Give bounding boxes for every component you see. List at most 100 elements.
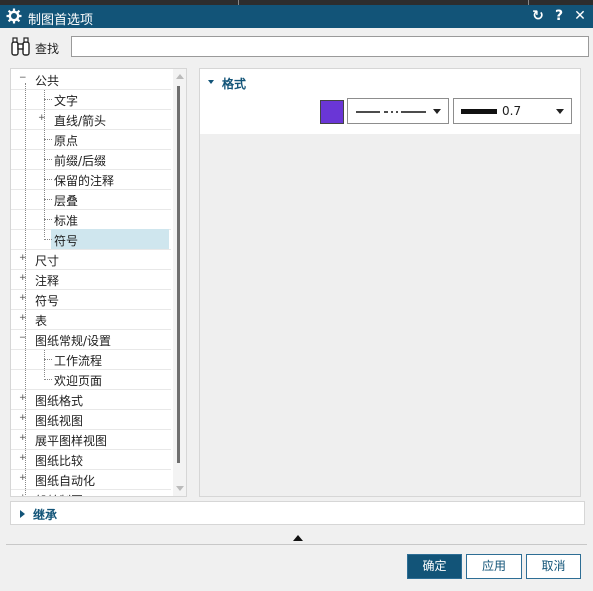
reset-icon[interactable]: ↻ (530, 8, 546, 24)
tree-item-label: 图纸视图 (35, 414, 84, 428)
tree-item[interactable]: 欢迎页面 (11, 369, 171, 390)
line-width-dropdown[interactable]: 0.7 (453, 98, 572, 124)
tree-item-label: 图纸比较 (35, 454, 84, 468)
preferences-dialog: 制图首选项 ↻ ? ✕ 查找 − 公共 文字 + 直线/箭头 原点 前缀/后缀 保留的注释 层叠… (0, 0, 593, 591)
tree-item-label: 图纸自动化 (35, 474, 96, 488)
line-font-dropdown[interactable] (347, 98, 449, 124)
tree-item-label: 表 (35, 314, 48, 328)
tree-item[interactable]: + 直线/箭头 (11, 109, 171, 130)
tree-item[interactable]: + 船舶制图 (11, 489, 171, 497)
tree-item-label: 层叠 (54, 194, 79, 208)
tree-item-label: 前缀/后缀 (54, 154, 107, 168)
expand-icon[interactable]: + (19, 254, 27, 263)
tree-item-label: 欢迎页面 (54, 374, 103, 388)
tree-item[interactable]: + 图纸比较 (11, 449, 171, 470)
tree-item[interactable]: 原点 (11, 129, 171, 150)
chevron-down-icon (556, 109, 564, 114)
title-bar[interactable]: 制图首选项 ↻ ? ✕ (0, 5, 593, 28)
section-expanded-icon[interactable] (208, 80, 214, 84)
tree-connector (44, 139, 52, 140)
tree-item-label: 符号 (35, 294, 60, 308)
expand-icon[interactable]: + (19, 274, 27, 283)
tree-connector (44, 99, 52, 100)
scroll-thumb[interactable] (177, 86, 180, 463)
close-icon[interactable]: ✕ (572, 8, 588, 24)
tree-connector (44, 219, 52, 220)
tree-scrollbar[interactable] (173, 69, 186, 496)
expand-icon[interactable]: + (19, 494, 27, 497)
tree-item-label: 直线/箭头 (54, 114, 107, 128)
tree-item-label: 展平图样视图 (35, 434, 108, 448)
tree-item[interactable]: + 符号 (11, 289, 171, 310)
tree-item[interactable]: + 展平图样视图 (11, 429, 171, 450)
expand-icon[interactable]: + (38, 114, 46, 123)
binoculars-icon (11, 37, 30, 56)
cancel-button[interactable]: 取消 (526, 554, 581, 579)
color-swatch[interactable] (320, 100, 344, 124)
find-label: 查找 (35, 42, 60, 56)
tree-item[interactable]: 前缀/后缀 (11, 149, 171, 170)
tree-item-label: 注释 (35, 274, 60, 288)
tree-item[interactable]: 符号 (11, 229, 171, 250)
tree-connector (44, 199, 52, 200)
tree-item-label: 工作流程 (54, 354, 103, 368)
tree-item[interactable]: 工作流程 (11, 349, 171, 370)
ok-button[interactable]: 确定 (407, 554, 462, 579)
settings-panel: 格式 0.7 (199, 68, 581, 497)
category-tree[interactable]: − 公共 文字 + 直线/箭头 原点 前缀/后缀 保留的注释 层叠 标准 符号 + 尺寸 + 注释 + 符号 + 表… (10, 68, 187, 497)
tree-item[interactable]: 保留的注释 (11, 169, 171, 190)
tree-item[interactable]: + 图纸自动化 (11, 469, 171, 490)
tree-item[interactable]: + 表 (11, 309, 171, 330)
tree-item[interactable]: − 公共 (11, 69, 171, 90)
line-width-value: 0.7 (502, 104, 522, 118)
tree-connector (44, 159, 52, 160)
tree-item[interactable]: 层叠 (11, 189, 171, 210)
tree-item[interactable]: + 注释 (11, 269, 171, 290)
apply-button[interactable]: 应用 (466, 554, 522, 579)
tree-connector (44, 359, 52, 360)
chevron-down-icon (433, 109, 441, 114)
tree-item-label: 原点 (54, 134, 79, 148)
tree-item-label: 文字 (54, 94, 79, 108)
scroll-down-arrow[interactable] (176, 486, 184, 491)
dash-dot-line-icon (356, 111, 426, 113)
help-icon[interactable]: ? (551, 8, 567, 24)
tree-connector (44, 379, 52, 380)
tree-connector (44, 239, 52, 240)
expand-icon[interactable]: + (19, 314, 27, 323)
expand-icon[interactable]: + (19, 434, 27, 443)
format-section-header[interactable]: 格式 (222, 75, 246, 92)
find-row: 查找 (6, 34, 589, 60)
collapse-icon[interactable]: − (19, 334, 27, 343)
tree-item[interactable]: + 尺寸 (11, 249, 171, 270)
collapse-icon[interactable]: − (19, 74, 27, 83)
tree-connector (44, 179, 52, 180)
tree-item[interactable]: + 图纸视图 (11, 409, 171, 430)
inherit-section[interactable]: 继承 (10, 501, 585, 525)
tree-item-label: 符号 (54, 234, 79, 248)
find-input[interactable] (71, 36, 589, 57)
expand-icon[interactable]: + (19, 414, 27, 423)
tree-item-label: 图纸格式 (35, 394, 84, 408)
tree-item[interactable]: 文字 (11, 89, 171, 110)
tree-item-label: 标准 (54, 214, 79, 228)
tree-item[interactable]: 标准 (11, 209, 171, 230)
inherit-section-header: 继承 (33, 508, 58, 522)
tree-item-label: 尺寸 (35, 254, 60, 268)
tree-item[interactable]: + 图纸格式 (11, 389, 171, 410)
tree-item[interactable]: − 图纸常规/设置 (11, 329, 171, 350)
expand-icon[interactable]: + (19, 454, 27, 463)
tree-item-label: 图纸常规/设置 (35, 334, 112, 348)
line-width-sample-icon (461, 109, 497, 114)
scroll-up-arrow[interactable] (176, 74, 184, 79)
section-collapsed-icon (20, 510, 25, 518)
tree-item-label: 保留的注释 (54, 174, 115, 188)
tree-item-label: 船舶制图 (35, 492, 83, 496)
gear-icon (6, 8, 22, 24)
expand-icon[interactable]: + (19, 294, 27, 303)
expand-icon[interactable]: + (19, 394, 27, 403)
dialog-title: 制图首选项 (28, 13, 94, 28)
collapse-up-icon[interactable] (293, 535, 303, 541)
tree-item-label: 公共 (35, 74, 60, 88)
expand-icon[interactable]: + (19, 474, 27, 483)
